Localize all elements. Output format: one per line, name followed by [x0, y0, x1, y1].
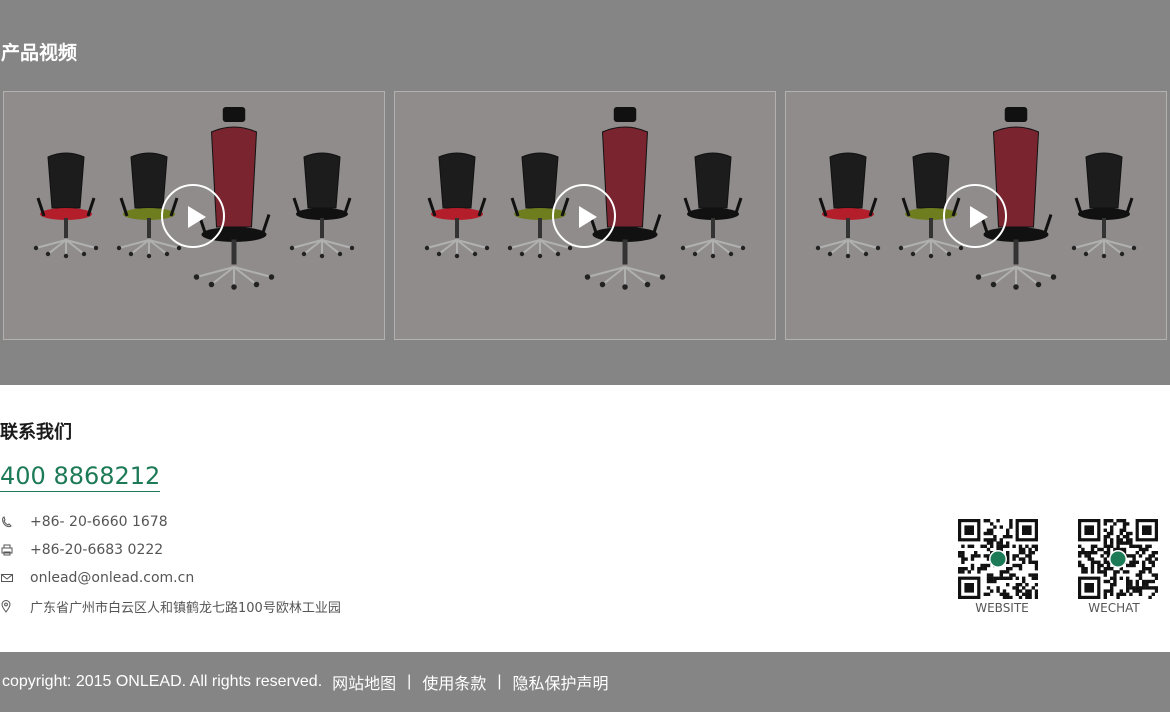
- phone-number: +86- 20-6660 1678: [30, 514, 168, 530]
- phone-row: +86- 20-6660 1678: [0, 512, 168, 532]
- footer-separator: |: [497, 673, 502, 690]
- play-icon[interactable]: [161, 184, 225, 248]
- video-thumbnail-3[interactable]: [785, 91, 1167, 340]
- section-title-videos: 产品视频: [1, 42, 78, 64]
- privacy-link[interactable]: 隐私保护声明: [513, 670, 609, 694]
- location-pin-icon: [0, 596, 30, 616]
- phone-icon: [0, 512, 30, 532]
- website-qr-label: WEBSITE: [975, 601, 1029, 615]
- copyright-text: copyright: 2015 ONLEAD. All rights reser…: [2, 673, 323, 690]
- wechat-qr-code: [1078, 519, 1158, 599]
- product-video-section: 产品视频: [0, 0, 1170, 385]
- video-thumbnail-1[interactable]: [3, 91, 385, 340]
- footer-separator: |: [407, 673, 412, 690]
- terms-link[interactable]: 使用条款: [422, 670, 486, 694]
- fax-row: +86-20-6683 0222: [0, 540, 163, 560]
- fax-number: +86-20-6683 0222: [30, 542, 164, 558]
- email-row: onlead@onlead.com.cn: [0, 568, 194, 588]
- play-icon[interactable]: [552, 184, 616, 248]
- website-qr-code: [958, 519, 1038, 599]
- wechat-qr-label: WECHAT: [1088, 601, 1140, 615]
- footer-bar: copyright: 2015 ONLEAD. All rights reser…: [0, 652, 1170, 712]
- hotline-link[interactable]: 400 8868212: [0, 461, 161, 492]
- section-title-contact: 联系我们: [0, 422, 72, 443]
- fax-icon: [0, 540, 30, 560]
- mail-icon: [0, 568, 30, 588]
- address-text: 广东省广州市白云区人和镇鹤龙七路100号欧林工业园: [30, 600, 341, 616]
- address-row: 广东省广州市白云区人和镇鹤龙七路100号欧林工业园: [0, 596, 341, 616]
- video-thumbnail-2[interactable]: [394, 91, 776, 340]
- play-icon[interactable]: [943, 184, 1007, 248]
- email-address[interactable]: onlead@onlead.com.cn: [30, 570, 194, 586]
- sitemap-link[interactable]: 网站地图: [332, 670, 396, 694]
